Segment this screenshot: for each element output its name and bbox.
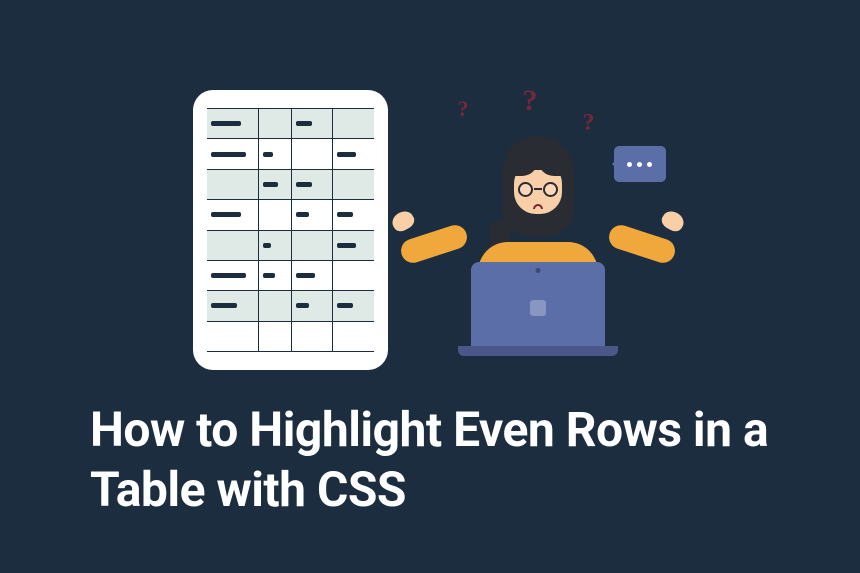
question-mark-icon: ? (458, 96, 469, 122)
confused-person-illustration: ? ? ? (408, 90, 668, 370)
page-title: How to Highlight Even Rows in a Table wi… (90, 400, 770, 520)
question-mark-icon: ? (523, 84, 538, 118)
question-mark-icon: ? (583, 110, 595, 137)
table-grid (207, 108, 374, 352)
speech-bubble-icon (614, 146, 666, 182)
table-illustration (193, 90, 388, 370)
laptop-icon (471, 262, 605, 346)
graphic-container: ? ? ? (0, 0, 860, 573)
illustration-row: ? ? ? (193, 90, 668, 370)
